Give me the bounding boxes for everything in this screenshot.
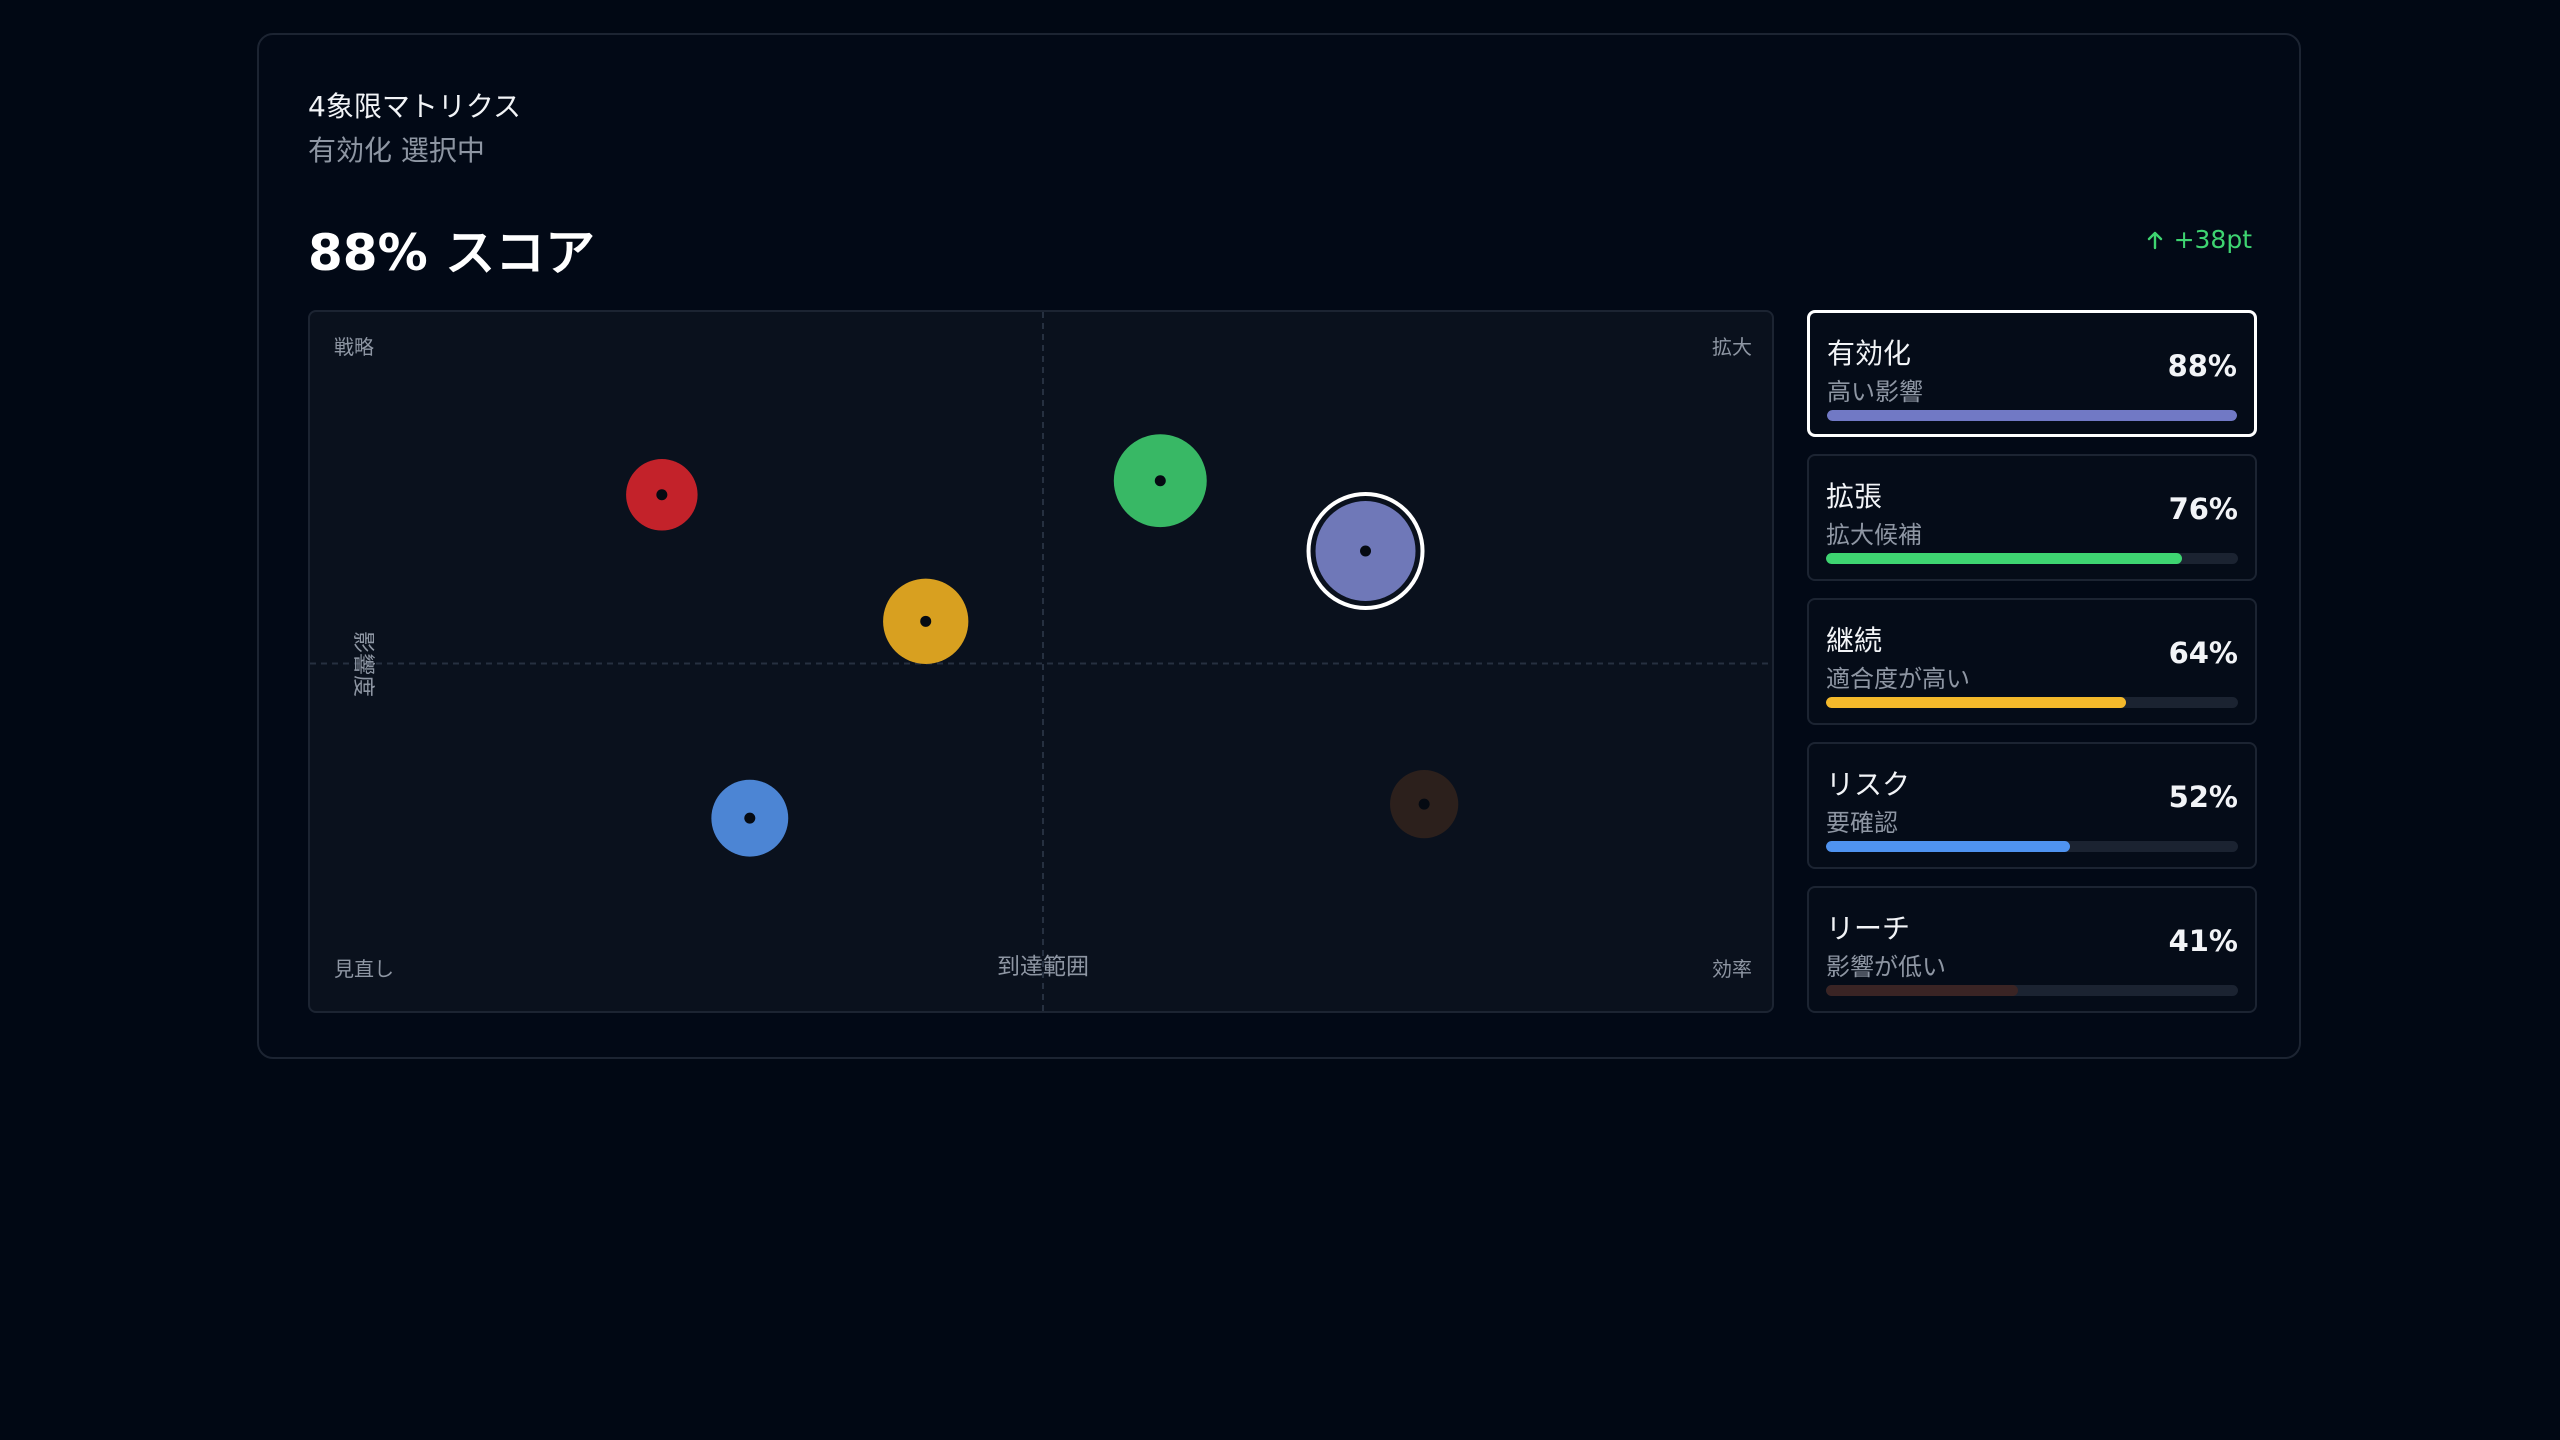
- segment-progress-fill: [1827, 410, 2237, 421]
- segment-subtitle: 高い影響: [1827, 378, 1923, 406]
- point-5-center-dot: [656, 489, 668, 501]
- segment-title: リスク: [1826, 768, 1911, 801]
- point-0-center-dot: [1360, 545, 1372, 557]
- segment-item[interactable]: リーチ影響が低い 41%: [1807, 886, 2257, 1013]
- segment-progress-track: [1827, 410, 2237, 421]
- segment-subtitle: 適合度が高い: [1826, 665, 1970, 693]
- point-1-center-dot: [1154, 475, 1166, 487]
- segment-subtitle: 拡大候補: [1826, 521, 1922, 549]
- segment-title: リーチ: [1826, 912, 1911, 945]
- segment-title: 拡張: [1826, 480, 1883, 513]
- quadrant-label-top-right: 拡大: [1712, 335, 1752, 359]
- point-2-center-dot: [920, 615, 932, 627]
- segment-title: 継続: [1826, 624, 1883, 657]
- segment-item[interactable]: リスク要確認 52%: [1807, 742, 2257, 869]
- segment-progress-track: [1826, 697, 2238, 708]
- segment-percent: 76%: [2168, 492, 2238, 526]
- segment-progress-fill: [1826, 553, 2183, 564]
- quadrant-label-top-left: 戦略: [334, 335, 374, 359]
- segment-subtitle: 影響が低い: [1826, 953, 1946, 981]
- card-eyebrow: 4象限マトリクス: [308, 90, 521, 123]
- point-4-center-dot: [1418, 798, 1430, 810]
- segment-percent: 88%: [2167, 349, 2237, 383]
- segment-progress-track: [1826, 841, 2238, 852]
- segment-progress-fill: [1826, 697, 2126, 708]
- quadrant-chart: 戦略 拡大見直し 効率 到達範囲 影響度: [308, 310, 1774, 1013]
- quadrant-label-bottom-left: 見直し: [334, 957, 394, 981]
- segment-title: 有効化: [1827, 337, 1912, 370]
- segment-percent: 52%: [2168, 780, 2238, 814]
- x-axis-label: 到達範囲: [997, 954, 1089, 980]
- segment-subtitle: 要確認: [1826, 809, 1898, 837]
- segment-item[interactable]: 拡張拡大候補 76%: [1807, 454, 2257, 581]
- arrow-up-icon: [2146, 230, 2164, 250]
- segment-percent: 64%: [2168, 636, 2238, 670]
- segment-item[interactable]: 有効化高い影響 88%: [1807, 310, 2257, 437]
- y-axis-label: 影響度: [350, 631, 375, 697]
- segment-item[interactable]: 継続適合度が高い 64%: [1807, 598, 2257, 725]
- segment-progress-fill: [1826, 985, 2018, 996]
- point-3-center-dot: [744, 812, 756, 824]
- segment-progress-track: [1826, 553, 2238, 564]
- quadrant-matrix-card: 4象限マトリクス 有効化 選択中 88% スコア +38pt 戦略 拡大見直し 効率…: [257, 33, 2301, 1059]
- segment-progress-track: [1826, 985, 2238, 996]
- score-headline: 88% スコア: [308, 224, 596, 282]
- score-delta-value: +38pt: [2173, 225, 2252, 254]
- quadrant-label-bottom-right: 効率: [1712, 957, 1752, 981]
- score-delta: +38pt: [2146, 225, 2252, 254]
- quadrant-chart-svg: 戦略 拡大見直し 効率 到達範囲 影響度: [310, 312, 1772, 1011]
- segment-progress-fill: [1826, 841, 2070, 852]
- selection-status: 有効化 選択中: [308, 134, 485, 167]
- segment-percent: 41%: [2168, 924, 2238, 958]
